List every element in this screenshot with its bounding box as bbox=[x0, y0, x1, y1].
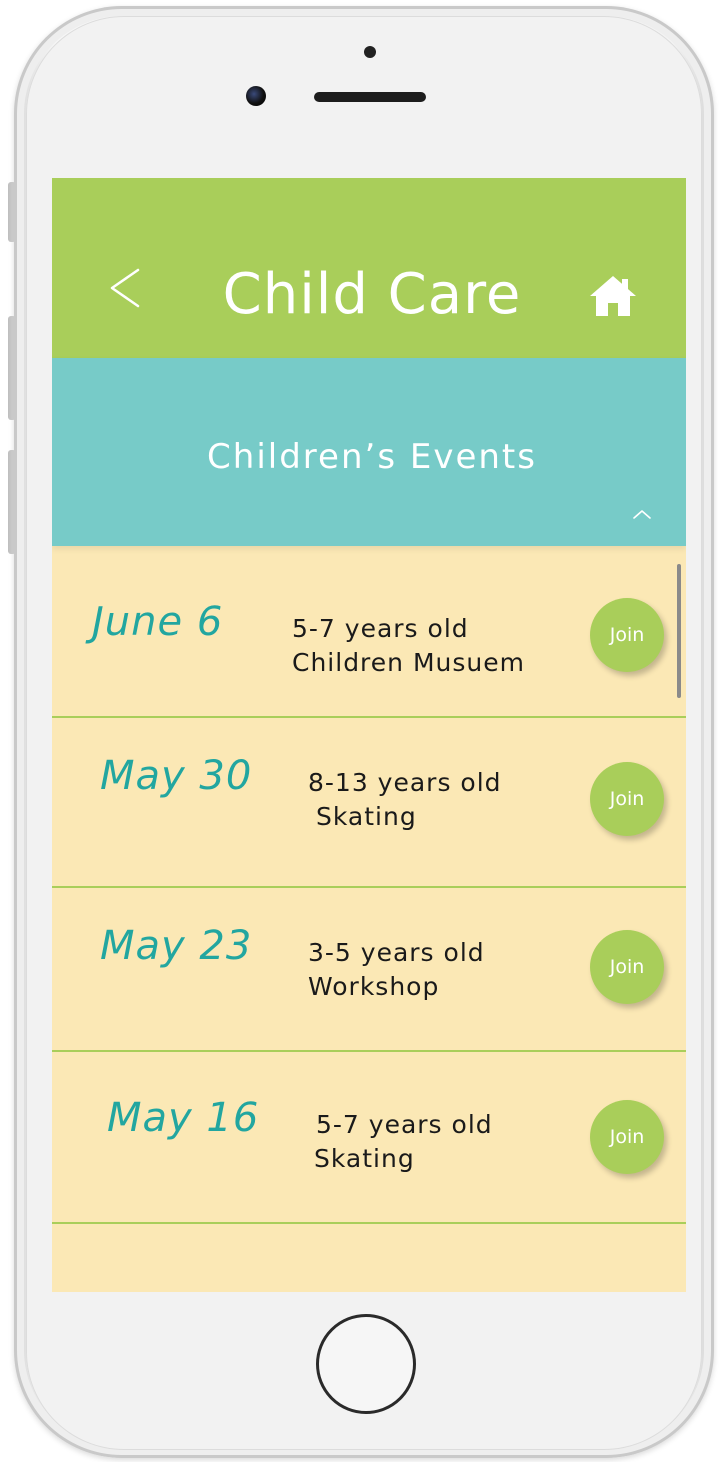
events-section-header[interactable]: Children’s Events bbox=[52, 358, 686, 546]
front-camera bbox=[246, 86, 266, 106]
app-header: Child Care bbox=[52, 178, 686, 358]
join-button[interactable]: Join bbox=[590, 762, 664, 836]
event-row: June 6 5-7 years old Children Musuem Joi… bbox=[52, 546, 686, 718]
page-title: Child Care bbox=[222, 262, 522, 327]
event-date: May 30 bbox=[100, 753, 253, 799]
device-home-button[interactable] bbox=[316, 1314, 416, 1414]
event-age-range: 5-7 years old bbox=[292, 614, 469, 643]
event-name: Skating bbox=[316, 802, 417, 831]
event-age-range: 5-7 years old bbox=[316, 1110, 493, 1139]
event-row: May 16 5-7 years old Skating Join bbox=[52, 1052, 686, 1224]
earpiece-speaker bbox=[314, 92, 426, 102]
device-mockup: Child Care Children’s Events June 6 5-7 … bbox=[0, 0, 724, 1462]
event-name: Children Musuem bbox=[292, 648, 525, 677]
app-screen: Child Care Children’s Events June 6 5-7 … bbox=[52, 178, 686, 1292]
event-row: May 23 3-5 years old Workshop Join bbox=[52, 888, 686, 1052]
chevron-up-icon[interactable] bbox=[632, 508, 652, 520]
join-button[interactable]: Join bbox=[590, 1100, 664, 1174]
event-date: May 23 bbox=[100, 923, 253, 969]
event-date: May 16 bbox=[107, 1095, 260, 1141]
event-name: Skating bbox=[314, 1144, 415, 1173]
event-list[interactable]: June 6 5-7 years old Children Musuem Joi… bbox=[52, 546, 686, 1292]
chevron-left-icon[interactable] bbox=[108, 268, 142, 308]
event-age-range: 3-5 years old bbox=[308, 938, 485, 967]
proximity-sensor bbox=[364, 46, 376, 58]
section-title: Children’s Events bbox=[207, 437, 537, 477]
join-button[interactable]: Join bbox=[590, 598, 664, 672]
event-row: May 30 8-13 years old Skating Join bbox=[52, 718, 686, 888]
event-date: June 6 bbox=[92, 599, 224, 645]
home-icon[interactable] bbox=[588, 274, 638, 318]
join-button[interactable]: Join bbox=[590, 930, 664, 1004]
event-age-range: 8-13 years old bbox=[308, 768, 502, 797]
event-name: Workshop bbox=[308, 972, 440, 1001]
